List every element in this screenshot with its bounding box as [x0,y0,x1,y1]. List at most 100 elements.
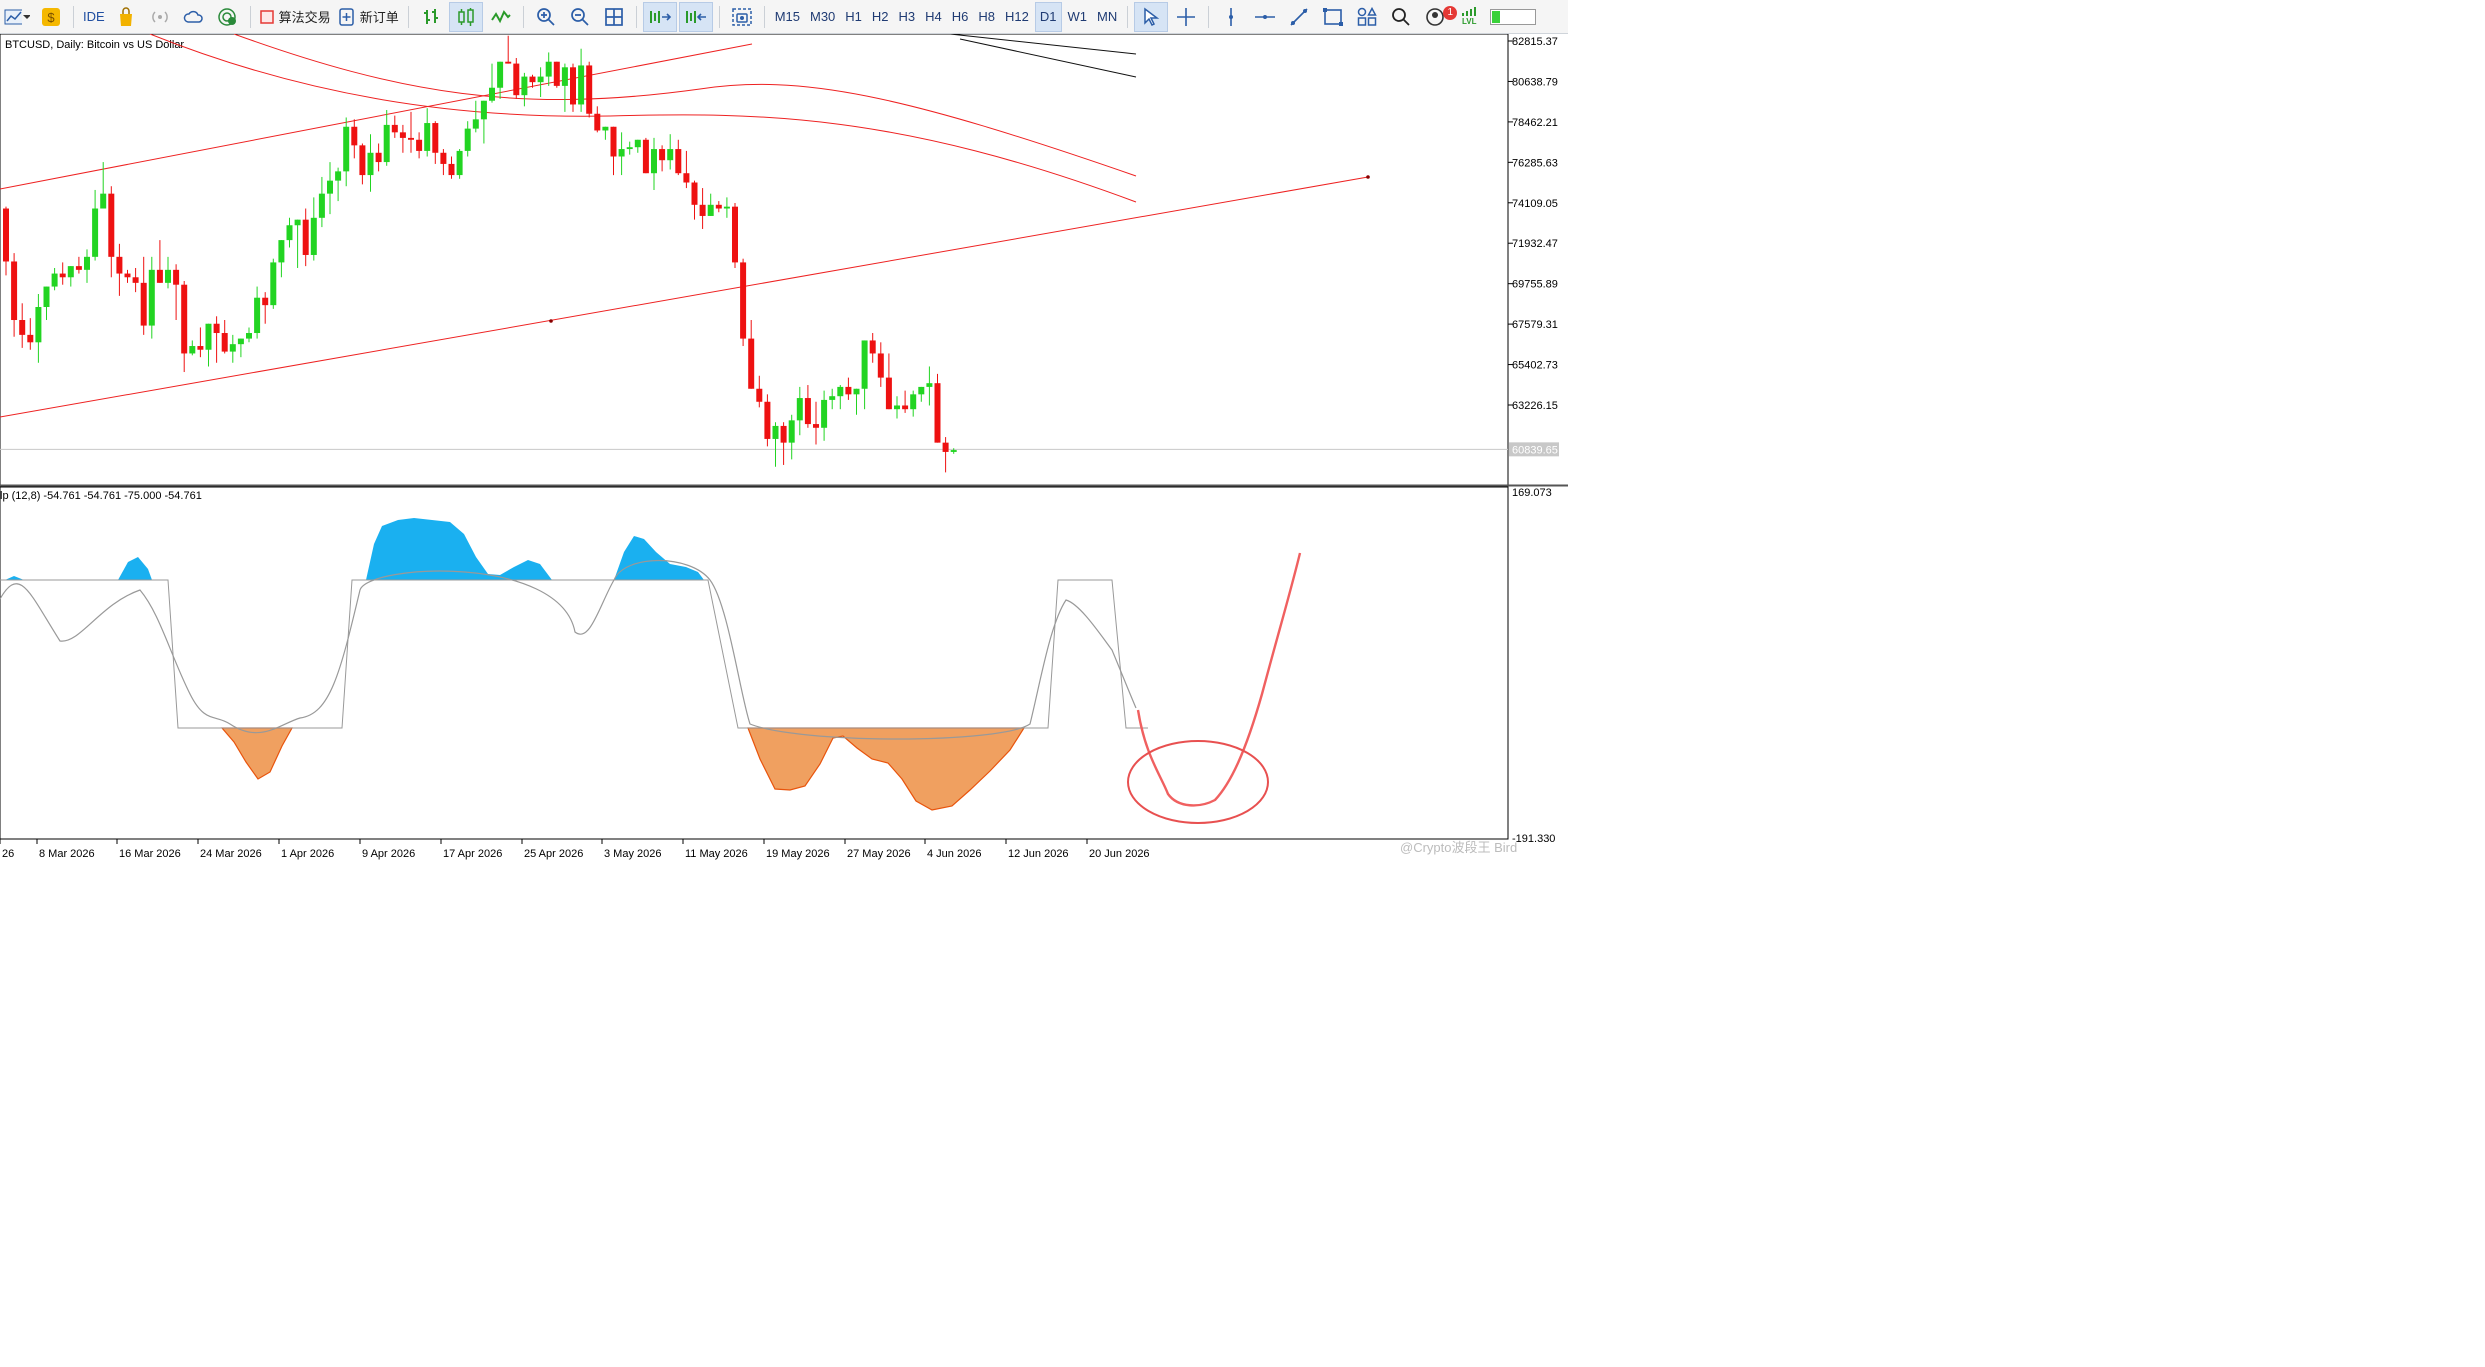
bull-candle[interactable] [165,269,171,283]
connection-status-bar[interactable] [1487,3,1539,31]
timeframe-m30[interactable]: M30 [806,3,839,31]
trendline-icon[interactable] [1283,3,1315,31]
bull-candle[interactable] [545,61,552,77]
bull-candle[interactable] [254,297,261,334]
bear-candle[interactable] [869,340,876,354]
bear-candle[interactable] [505,61,512,64]
bull-candle[interactable] [424,123,431,151]
bull-candle[interactable] [318,193,325,218]
bull-candle[interactable] [861,340,868,389]
bear-candle[interactable] [181,284,188,354]
bull-candle[interactable] [84,256,90,270]
bar-chart-icon[interactable] [415,3,447,31]
zoom-in-icon[interactable] [530,3,562,31]
bull-candle[interactable] [67,266,74,278]
bear-candle[interactable] [529,76,536,83]
bear-candle[interactable] [375,152,382,163]
bear-candle[interactable] [659,149,666,161]
bear-candle[interactable] [197,346,204,350]
bull-candle[interactable] [229,344,236,352]
candlestick-icon[interactable] [448,1,483,32]
bear-candle[interactable] [902,405,909,410]
bull-candle[interactable] [626,147,633,150]
bear-candle[interactable] [116,256,123,274]
bull-candle[interactable] [561,67,568,86]
bull-candle[interactable] [829,396,836,400]
bear-candle[interactable] [553,61,560,86]
bull-candle[interactable] [480,100,487,120]
timeframe-h1[interactable]: H1 [841,3,866,31]
bear-candle[interactable] [756,388,763,402]
bear-candle[interactable] [675,149,682,174]
timeframe-h3[interactable]: H3 [895,3,920,31]
bear-candle[interactable] [942,442,949,452]
bull-candle[interactable] [327,180,333,194]
bear-candle[interactable] [3,208,9,262]
bear-candle[interactable] [740,262,747,339]
bull-candle[interactable] [796,398,803,421]
bull-candle[interactable] [578,65,585,105]
bear-candle[interactable] [877,353,884,378]
bear-candle[interactable] [416,139,423,151]
zoom-out-icon[interactable] [564,3,596,31]
bull-candle[interactable] [456,150,463,176]
timeframe-h2[interactable]: H2 [868,3,893,31]
crosshair-icon[interactable] [1170,3,1202,31]
bear-candle[interactable] [764,401,771,439]
bull-candle[interactable] [148,269,155,326]
bull-candle[interactable] [343,126,350,172]
bear-candle[interactable] [440,152,447,164]
chart-shift-icon[interactable] [678,1,713,32]
bear-candle[interactable] [75,266,82,270]
bear-candle[interactable] [570,67,576,105]
bull-candle[interactable] [521,76,528,96]
bear-candle[interactable] [408,137,414,140]
bear-candle[interactable] [19,320,26,335]
bear-candle[interactable] [732,206,738,263]
bull-candle[interactable] [707,204,714,216]
new-order-button[interactable]: 新订单 [336,3,402,31]
horizontal-line-icon[interactable] [1249,3,1281,31]
bull-candle[interactable] [205,323,212,350]
bull-candle[interactable] [918,386,925,395]
bear-candle[interactable] [594,113,601,131]
algo-trading-button[interactable]: 算法交易 [257,3,334,31]
bear-candle[interactable] [391,124,398,133]
bear-candle[interactable] [610,126,617,157]
bear-candle[interactable] [748,338,755,389]
search-icon[interactable] [1385,3,1417,31]
cursor-icon[interactable] [1134,1,1169,32]
bull-candle[interactable] [950,450,957,452]
ide-button[interactable]: IDE [80,3,108,31]
bull-candle[interactable] [383,124,390,163]
bull-candle[interactable] [837,386,844,397]
bull-candle[interactable] [651,149,657,174]
bear-candle[interactable] [699,204,706,216]
bear-candle[interactable] [642,139,649,174]
bull-candle[interactable] [51,273,58,287]
bull-candle[interactable] [618,149,625,157]
bear-candle[interactable] [302,219,309,255]
bear-candle[interactable] [586,65,593,114]
bull-candle[interactable] [667,149,674,161]
bull-candle[interactable] [35,307,42,343]
bear-candle[interactable] [885,377,892,410]
bear-candle[interactable] [213,323,220,334]
signal-level-icon[interactable]: LVL [1453,3,1485,31]
radar-icon[interactable] [212,3,244,31]
bear-candle[interactable] [513,63,520,96]
cloud-icon[interactable] [178,3,210,31]
timeframe-h12[interactable]: H12 [1001,3,1033,31]
bear-candle[interactable] [173,269,180,285]
bull-candle[interactable] [270,262,277,306]
bear-candle[interactable] [780,425,787,443]
bear-candle[interactable] [804,398,811,425]
bull-candle[interactable] [189,346,196,354]
timeframe-h4[interactable]: H4 [921,3,946,31]
bear-candle[interactable] [934,383,941,443]
bull-candle[interactable] [894,405,900,410]
bear-candle[interactable] [221,333,228,352]
bull-candle[interactable] [821,399,828,428]
bull-candle[interactable] [278,240,285,263]
bull-candle[interactable] [246,333,252,339]
